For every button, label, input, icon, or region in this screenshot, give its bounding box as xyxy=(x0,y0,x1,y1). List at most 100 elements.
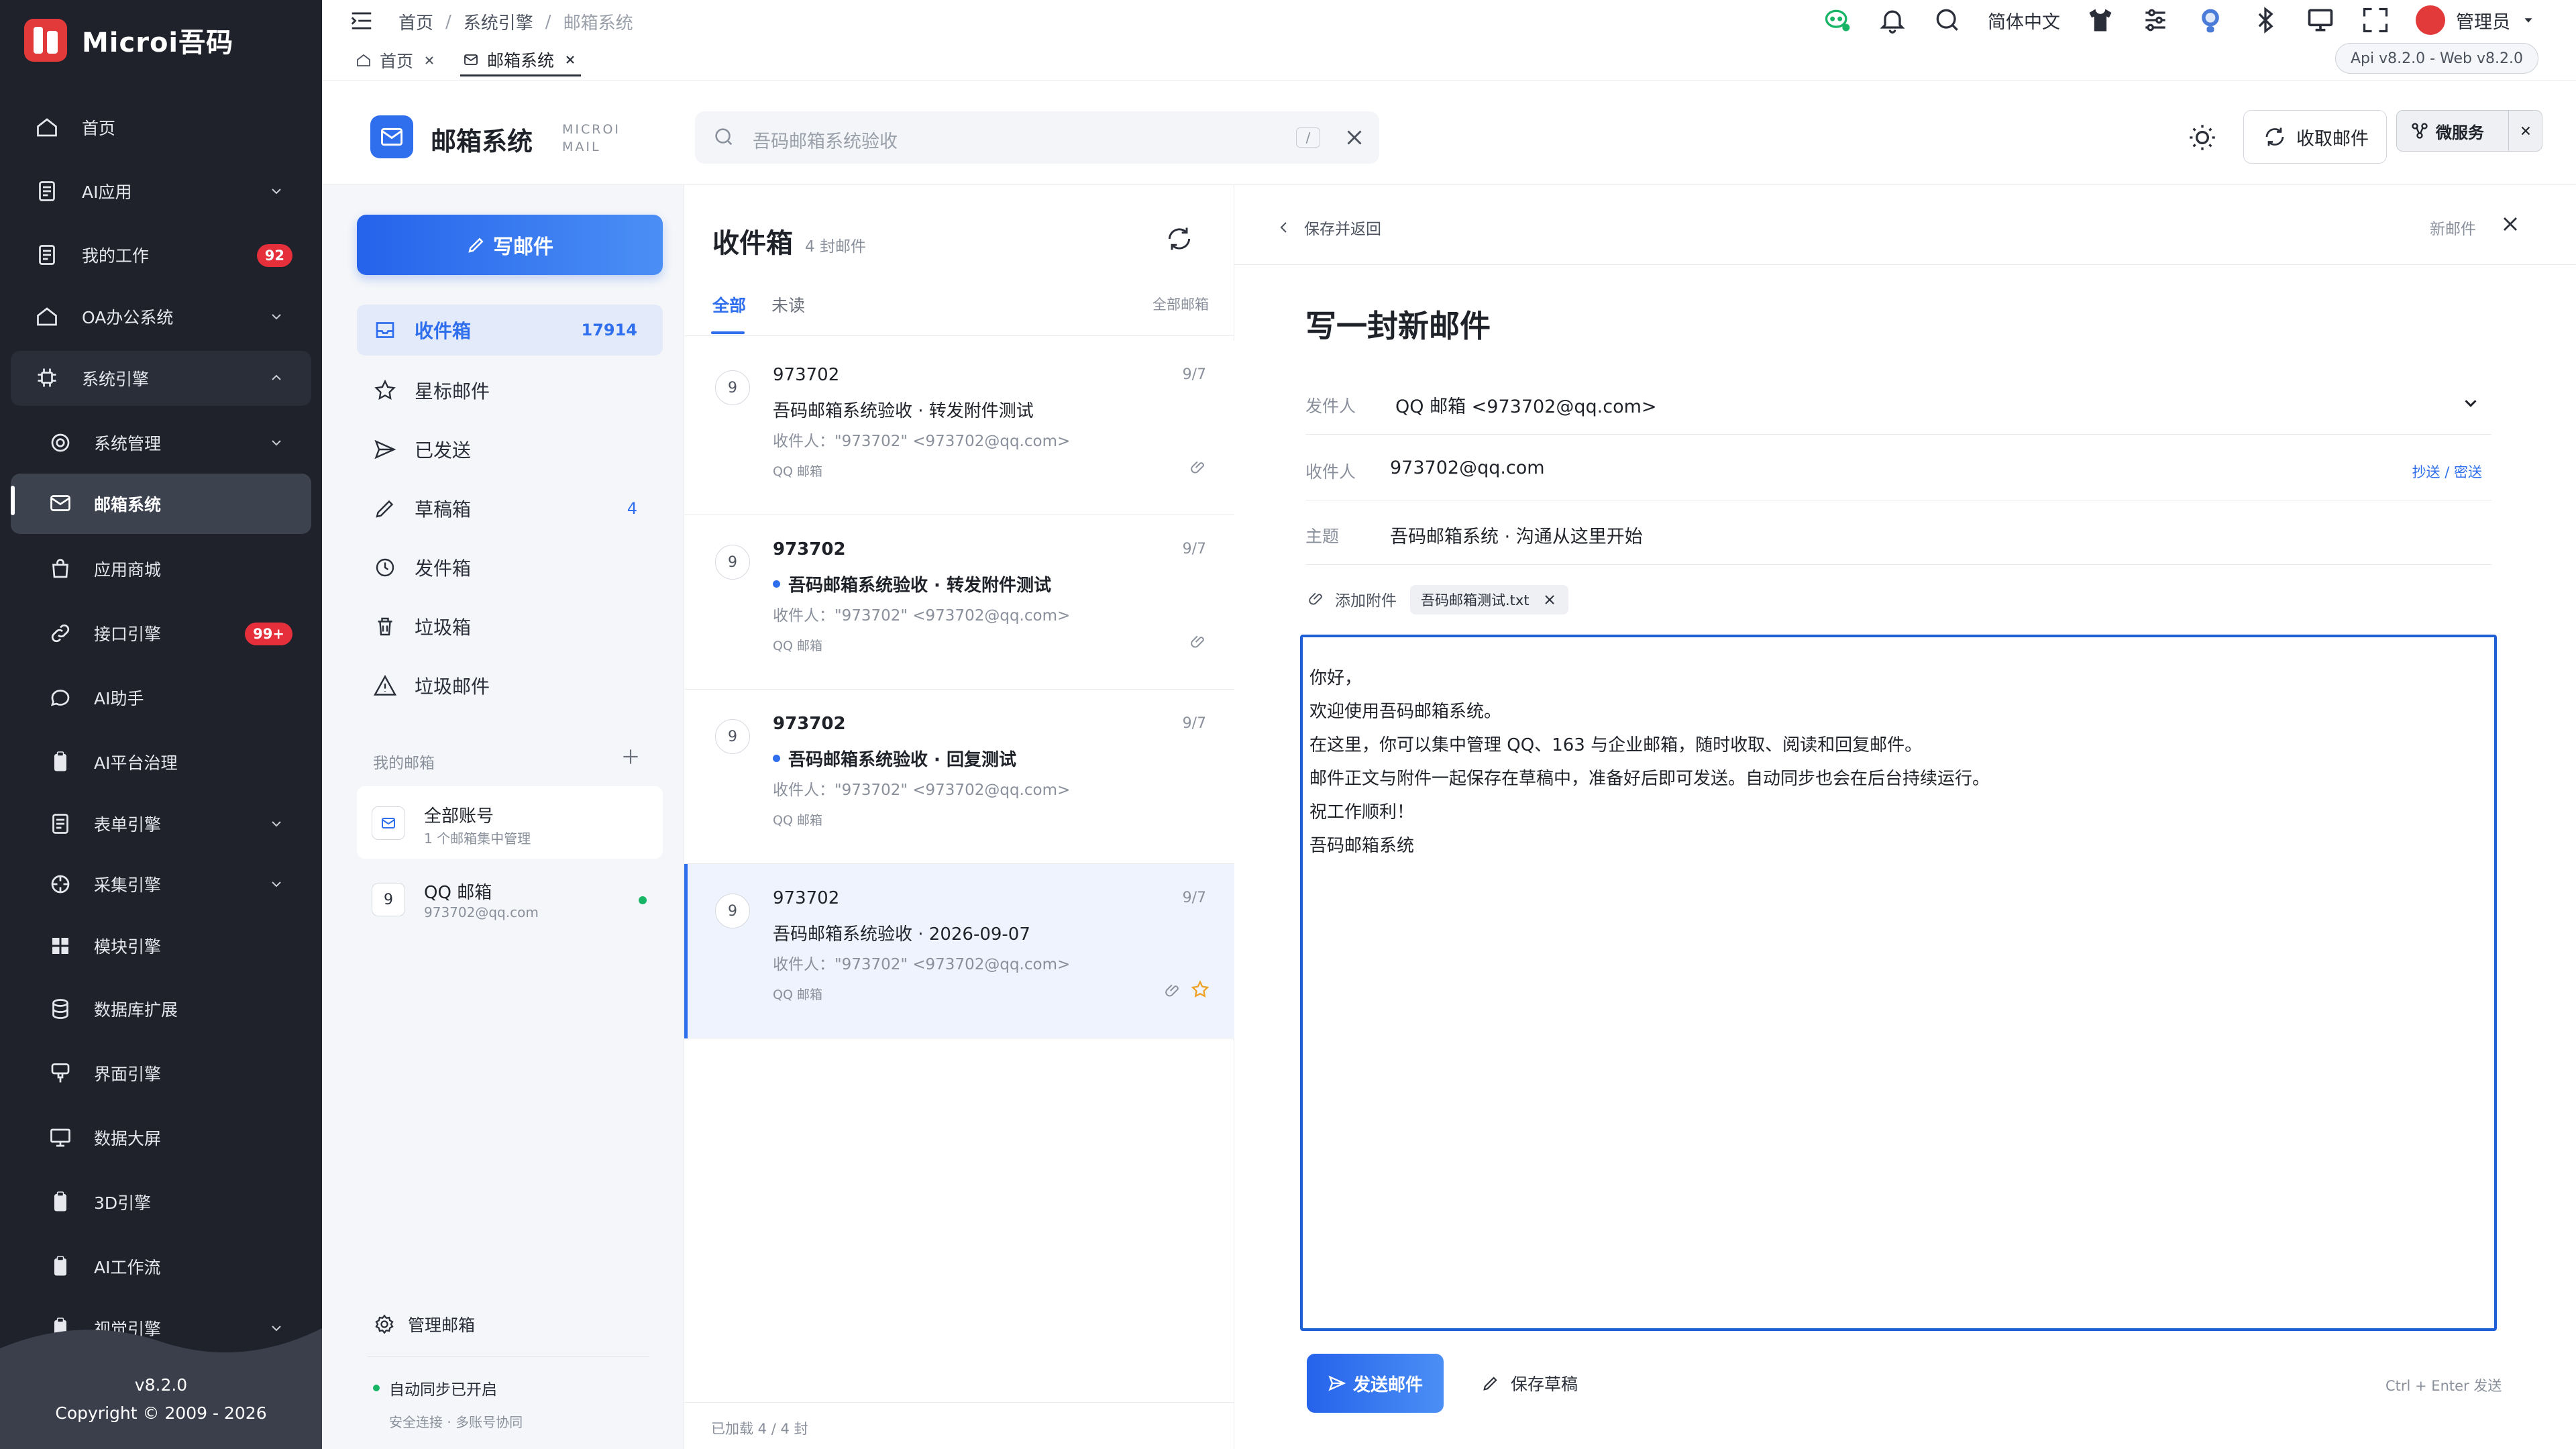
sync-status-text: 自动同步已开启 xyxy=(389,1381,497,1399)
clipboard-icon xyxy=(54,751,66,771)
account-all[interactable]: 全部账号 1 个邮箱集中管理 xyxy=(357,786,663,859)
sidebar-item-home[interactable]: 首页 xyxy=(0,101,322,154)
app-subtitle-line: MAIL xyxy=(562,140,601,154)
folder-sent[interactable]: 已发送 xyxy=(357,424,663,475)
sidebar-item-api-engine[interactable]: 接口引擎 99+ xyxy=(0,606,322,660)
save-draft-button[interactable]: 保存草稿 xyxy=(1481,1371,1578,1395)
fetch-mail-button[interactable]: 收取邮件 xyxy=(2243,110,2387,164)
sidebar-item-label: 采集引擎 xyxy=(94,875,162,895)
folder-label: 星标邮件 xyxy=(415,380,490,402)
close-icon[interactable] xyxy=(2498,212,2522,236)
sidebar-item-oa[interactable]: OA办公系统 xyxy=(0,290,322,343)
sidebar-item-my-work[interactable]: 我的工作 92 xyxy=(0,228,322,282)
sidebar-item-ai-apps[interactable]: AI应用 xyxy=(0,164,322,218)
sidebar-item-ai-governance[interactable]: AI平台治理 xyxy=(0,735,322,789)
user-menu[interactable]: 管理员 xyxy=(2416,5,2536,35)
folder-inbox[interactable]: 收件箱 17914 xyxy=(357,305,663,356)
monitor-icon[interactable] xyxy=(2306,5,2335,35)
sender-avatar: 9 xyxy=(715,370,750,405)
sidebar-item-form-engine[interactable]: 表单引擎 xyxy=(0,797,322,851)
sidebar-item-ai-workflow[interactable]: AI工作流 xyxy=(0,1240,322,1293)
my-mailboxes-heading: 我的邮箱 xyxy=(373,755,435,772)
to-field[interactable]: 收件人 973702@qq.com 抄送 / 密送 xyxy=(1305,436,2491,500)
mail-list-item-selected[interactable]: 9 973702 9/7 吾码邮箱系统验收 · 2026-09-07 收件人："… xyxy=(684,864,1234,1038)
microservice-pill[interactable]: 微服务 xyxy=(2396,110,2542,152)
subject-field[interactable]: 主题 吾码邮箱系统 · 沟通从这里开始 xyxy=(1305,500,2491,565)
attachment-icon xyxy=(1309,592,1322,605)
mail-list-item[interactable]: 9 973702 9/7 吾码邮箱系统验收 · 回复测试 收件人："973702… xyxy=(684,690,1234,864)
send-mail-button[interactable]: 发送邮件 xyxy=(1307,1354,1444,1413)
tab-mail-system[interactable]: 邮箱系统 xyxy=(460,44,582,76)
star-icon[interactable] xyxy=(1190,979,1210,1000)
folder-outbox[interactable]: 发件箱 xyxy=(357,542,663,593)
sidebar-item-mail-system[interactable]: 邮箱系统 xyxy=(11,474,311,534)
manage-mailboxes-button[interactable]: 管理邮箱 xyxy=(373,1312,475,1336)
compose-label: 写邮件 xyxy=(493,235,553,259)
fullscreen-icon[interactable] xyxy=(2361,5,2390,35)
from-field[interactable]: 发件人 QQ 邮箱 <973702@qq.com> xyxy=(1305,370,2491,435)
folder-trash[interactable]: 垃圾箱 xyxy=(357,601,663,652)
mail-search[interactable]: 吾码邮箱系统验收 / xyxy=(695,111,1379,164)
sidebar-item-module-engine[interactable]: 模块引擎 xyxy=(0,919,322,973)
menu-collapse-icon[interactable] xyxy=(349,8,374,34)
sidebar-item-collect-engine[interactable]: 采集引擎 xyxy=(0,857,322,911)
bell-icon[interactable] xyxy=(1878,5,1907,35)
subject-input[interactable]: 吾码邮箱系统 · 沟通从这里开始 xyxy=(1390,522,1643,548)
robot-icon[interactable] xyxy=(2196,5,2225,35)
sidebar-item-ui-engine[interactable]: 界面引擎 xyxy=(0,1046,322,1100)
close-icon[interactable] xyxy=(421,52,437,68)
remove-attachment-icon[interactable] xyxy=(1542,592,1558,608)
folder-starred[interactable]: 星标邮件 xyxy=(357,365,663,416)
wechat-icon[interactable] xyxy=(1823,5,1852,35)
add-mailbox-icon[interactable] xyxy=(620,746,641,767)
sidebar-item-database-ext[interactable]: 数据库扩展 xyxy=(0,982,322,1036)
mail-list-item[interactable]: 9 973702 9/7 吾码邮箱系统验收 · 转发附件测试 收件人："9737… xyxy=(684,341,1234,515)
pencil-icon xyxy=(376,500,394,518)
all-mailboxes-filter[interactable]: 全部邮箱 xyxy=(1152,294,1209,314)
breadcrumb-system-engine[interactable]: 系统引擎 xyxy=(464,9,533,34)
tshirt-icon[interactable] xyxy=(2086,5,2115,35)
search-icon[interactable] xyxy=(1933,5,1962,35)
mail-list-count: 4 封邮件 xyxy=(805,238,866,256)
sidebar-item-system-management[interactable]: 系统管理 xyxy=(0,416,322,470)
sun-icon[interactable] xyxy=(2186,121,2219,154)
close-icon[interactable] xyxy=(562,52,578,68)
clear-search-icon[interactable] xyxy=(1342,125,1367,150)
mail-body-editor[interactable]: 你好， 欢迎使用吾码邮箱系统。 在这里，你可以集中管理 QQ、163 与企业邮箱… xyxy=(1300,635,2497,1331)
search-input[interactable]: 吾码邮箱系统验收 xyxy=(753,127,898,153)
folder-label: 垃圾邮件 xyxy=(415,676,490,698)
app-subtitle-line: MICROI xyxy=(562,122,621,137)
divider xyxy=(1234,264,2576,265)
sidebar-item-3d-engine[interactable]: 3D引擎 xyxy=(0,1175,322,1229)
bluetooth-icon[interactable] xyxy=(2251,5,2280,35)
sidebar-item-data-screen[interactable]: 数据大屏 xyxy=(0,1111,322,1165)
fetch-mail-label: 收取邮件 xyxy=(2296,128,2369,150)
to-input[interactable]: 973702@qq.com xyxy=(1390,458,1545,478)
cc-bcc-link[interactable]: 抄送 / 密送 xyxy=(2412,462,2482,482)
close-microservice-button[interactable] xyxy=(2508,111,2542,151)
tab-unread[interactable]: 未读 xyxy=(771,292,805,317)
mail-list-item[interactable]: 9 973702 9/7 吾码邮箱系统验收 · 转发附件测试 收件人："9737… xyxy=(684,515,1234,690)
tab-all-mail[interactable]: 全部 xyxy=(712,292,746,317)
brand-logo[interactable]: Microi吾码 xyxy=(24,19,233,62)
sidebar-item-system-engine[interactable]: 系统引擎 xyxy=(11,351,311,406)
add-attachment-button[interactable]: 添加附件 xyxy=(1308,588,1397,610)
sidebar-item-app-store[interactable]: 应用商城 xyxy=(0,542,322,596)
compose-button[interactable]: 写邮件 xyxy=(357,215,663,275)
from-select[interactable]: QQ 邮箱 <973702@qq.com> xyxy=(1395,392,1657,418)
sidebar-item-ai-assistant[interactable]: AI助手 xyxy=(0,671,322,724)
language-switch[interactable]: 简体中文 xyxy=(1988,7,2060,34)
folder-drafts[interactable]: 草稿箱 4 xyxy=(357,483,663,534)
account-qq[interactable]: 9 QQ 邮箱 973702@qq.com xyxy=(357,863,663,935)
folder-spam[interactable]: 垃圾邮件 xyxy=(357,660,663,711)
app-subtitle: MICROI MAIL xyxy=(562,121,621,156)
sliders-icon[interactable] xyxy=(2141,5,2170,35)
tab-home[interactable]: 首页 xyxy=(353,44,440,76)
send-icon xyxy=(374,439,396,460)
mail-recipient: 收件人："973702" <973702@qq.com> xyxy=(773,956,1071,973)
refresh-icon[interactable] xyxy=(1165,224,1194,254)
breadcrumb-home[interactable]: 首页 xyxy=(398,9,433,34)
save-and-back-button[interactable]: 保存并返回 xyxy=(1276,216,1381,239)
mail-sender: 973702 xyxy=(773,714,846,734)
chevron-down-icon[interactable] xyxy=(2461,393,2481,413)
